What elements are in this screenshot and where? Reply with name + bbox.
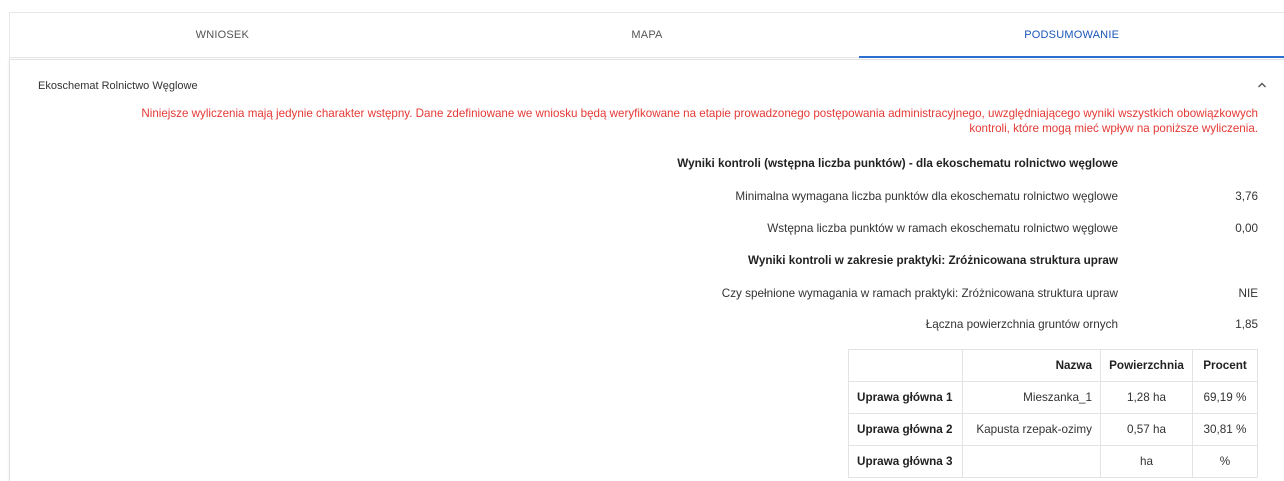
- results-heading: Wyniki kontroli (wstępna liczba punktów)…: [677, 157, 1118, 170]
- tab-bar: WNIOSEK MAPA PODSUMOWANIE: [10, 13, 1284, 58]
- crop-label: Uprawa główna 3: [848, 445, 963, 478]
- crop-percent: %: [1192, 445, 1258, 478]
- crop-label: Uprawa główna 2: [848, 413, 963, 446]
- table-header-percent: Procent: [1192, 349, 1258, 382]
- crop-area: ha: [1100, 445, 1193, 478]
- tab-mapa[interactable]: MAPA: [435, 13, 860, 57]
- arable-area-value: 1,85: [1235, 318, 1258, 331]
- requirements-value: NIE: [1238, 287, 1258, 300]
- crop-area: 0,57 ha: [1100, 413, 1193, 446]
- table-header-row: Nazwa Powierzchnia Procent: [848, 349, 1258, 382]
- tab-wniosek[interactable]: WNIOSEK: [10, 13, 435, 57]
- chevron-up-icon[interactable]: [1256, 79, 1268, 91]
- results-heading-row: Wyniki kontroli (wstępna liczba punktów)…: [558, 157, 1258, 173]
- crop-label: Uprawa główna 1: [848, 381, 963, 414]
- crops-table: Nazwa Powierzchnia Procent Uprawa główna…: [848, 349, 1258, 478]
- practice-heading-row: Wyniki kontroli w zakresie praktyki: Zró…: [558, 254, 1258, 270]
- table-header-area: Powierzchnia: [1100, 349, 1193, 382]
- min-points-row: Minimalna wymagana liczba punktów dla ek…: [558, 190, 1258, 206]
- init-points-row: Wstępna liczba punktów w ramach ekoschem…: [558, 222, 1258, 238]
- table-row: Uprawa główna 3 ha %: [848, 445, 1258, 478]
- table-row: Uprawa główna 1 Mieszanka_1 1,28 ha 69,1…: [848, 381, 1258, 414]
- min-points-value: 3,76: [1235, 190, 1258, 203]
- crop-percent: 30,81 %: [1192, 413, 1258, 446]
- practice-heading: Wyniki kontroli w zakresie praktyki: Zró…: [748, 254, 1118, 267]
- crop-name: Kapusta rzepak-ozimy: [962, 413, 1101, 446]
- table-header-name: Nazwa: [962, 349, 1101, 382]
- panel-title: Ekoschemat Rolnictwo Węglowe: [38, 80, 198, 92]
- arable-area-label: Łączna powierzchnia gruntów ornych: [925, 318, 1118, 331]
- crop-name: Mieszanka_1: [962, 381, 1101, 414]
- init-points-value: 0,00: [1235, 222, 1258, 235]
- crop-name: [962, 445, 1101, 478]
- tab-podsumowanie[interactable]: PODSUMOWANIE: [859, 13, 1284, 58]
- crop-percent: 69,19 %: [1192, 381, 1258, 414]
- requirements-label: Czy spełnione wymagania w ramach praktyk…: [721, 287, 1118, 300]
- init-points-label: Wstępna liczba punktów w ramach ekoschem…: [767, 222, 1118, 235]
- arable-area-row: Łączna powierzchnia gruntów ornych 1,85: [558, 318, 1258, 334]
- min-points-label: Minimalna wymagana liczba punktów dla ek…: [735, 190, 1118, 203]
- preliminary-notice: Niniejsze wyliczenia mają jedynie charak…: [141, 107, 1258, 135]
- table-row: Uprawa główna 2 Kapusta rzepak-ozimy 0,5…: [848, 413, 1258, 446]
- crop-area: 1,28 ha: [1100, 381, 1193, 414]
- table-header-blank: [848, 349, 963, 382]
- requirements-row: Czy spełnione wymagania w ramach praktyk…: [558, 287, 1258, 303]
- panel-header[interactable]: Ekoschemat Rolnictwo Węglowe: [10, 60, 1284, 100]
